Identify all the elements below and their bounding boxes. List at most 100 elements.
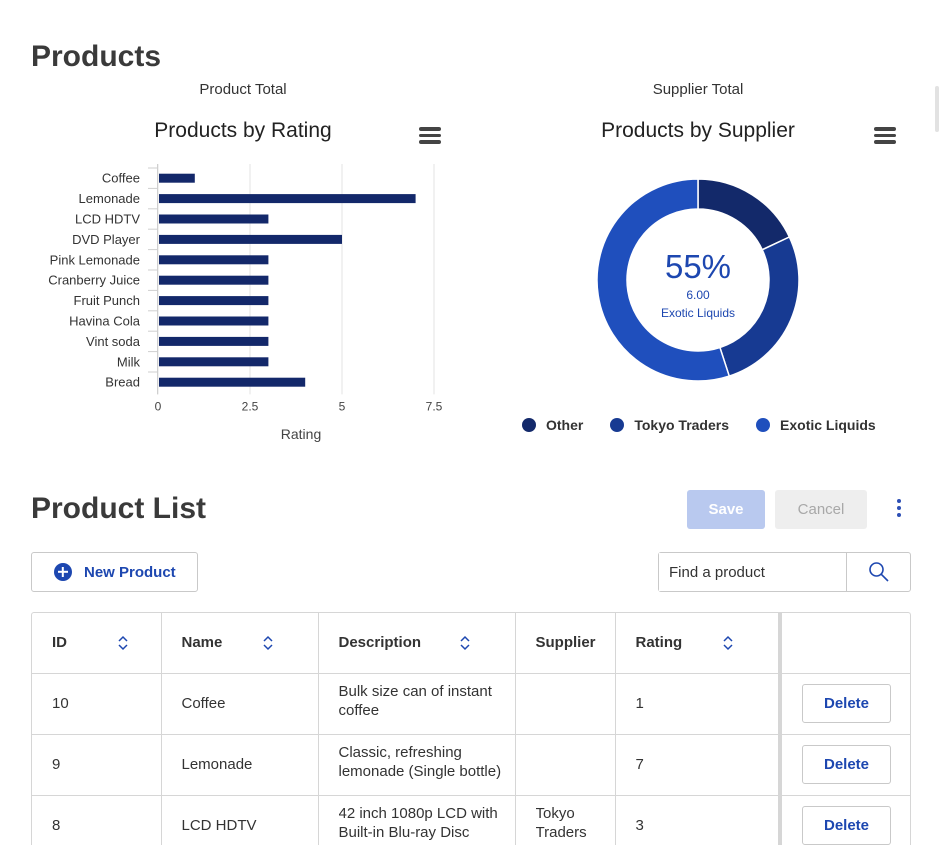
- cell-rating: 1: [615, 673, 782, 735]
- donut-center-value: 6.00: [686, 288, 710, 302]
- bar[interactable]: [159, 316, 269, 326]
- legend-dot-exotic-liquids: [756, 418, 771, 432]
- cell-name: Coffee: [161, 673, 319, 735]
- column-header-supplier[interactable]: Supplier: [515, 613, 616, 674]
- legend-label: Exotic Liquids: [780, 417, 876, 433]
- plus-circle-icon: [54, 563, 72, 581]
- bar[interactable]: [159, 173, 195, 183]
- cell-supplier: [515, 673, 616, 735]
- legend-item-tokyo-traders[interactable]: Tokyo Traders: [610, 417, 729, 433]
- donut-legend: Other Tokyo Traders Exotic Liquids: [522, 417, 903, 433]
- donut-slice[interactable]: [697, 178, 791, 251]
- table-row[interactable]: 9 Lemonade Classic, refreshing lemonade …: [32, 734, 910, 796]
- bar[interactable]: [159, 255, 269, 265]
- search-input[interactable]: [659, 553, 847, 591]
- bar-category-label: Vint soda: [86, 334, 141, 349]
- bar[interactable]: [159, 275, 269, 285]
- donut-chart-menu-icon[interactable]: [874, 127, 896, 145]
- delete-button[interactable]: Delete: [802, 684, 891, 723]
- column-header-label: Rating: [635, 634, 683, 652]
- sort-icon[interactable]: [722, 635, 734, 651]
- legend-label: Other: [546, 417, 584, 433]
- donut-panel-caption: Supplier Total: [652, 81, 744, 98]
- bar-category-label: Bread: [105, 375, 140, 390]
- x-tick-label: 0: [155, 399, 162, 413]
- bar[interactable]: [159, 214, 269, 224]
- new-product-button[interactable]: New Product: [31, 552, 198, 592]
- donut-center-percent: 55%: [665, 248, 731, 285]
- cell-description: Bulk size can of instant coffee: [318, 673, 516, 735]
- cell-id: 8: [32, 795, 162, 845]
- delete-button[interactable]: Delete: [802, 745, 891, 784]
- cell-description: 42 inch 1080p LCD with Built-in Blu-ray …: [318, 795, 516, 845]
- bar-chart: Coffee Lemonade LCD HDTV DVD Player Pink Lem…: [48, 164, 443, 442]
- bar-category-label: Havina Cola: [69, 314, 141, 329]
- sort-icon[interactable]: [117, 635, 129, 651]
- cell-actions: Delete: [780, 673, 910, 735]
- cell-actions: Delete: [780, 795, 910, 845]
- bar-category-label: Lemonade: [79, 191, 140, 206]
- bar-x-axis-label: Rating: [281, 426, 321, 442]
- bar[interactable]: [159, 234, 342, 244]
- column-header-label: Supplier: [535, 634, 596, 652]
- sort-icon[interactable]: [459, 635, 471, 651]
- legend-item-exotic-liquids[interactable]: Exotic Liquids: [756, 417, 876, 433]
- bar[interactable]: [159, 296, 269, 306]
- column-header-label: ID: [52, 634, 67, 652]
- bar[interactable]: [159, 377, 306, 387]
- save-button[interactable]: Save: [687, 490, 765, 529]
- bar-category-label: Milk: [117, 354, 141, 369]
- cell-description: Classic, refreshing lemonade (Single bot…: [318, 734, 516, 796]
- x-tick-label: 7.5: [426, 399, 443, 413]
- legend-dot-tokyo-traders: [610, 418, 625, 432]
- table-row[interactable]: 10 Coffee Bulk size can of instant coffe…: [32, 673, 910, 735]
- donut-chart: 55% 6.00 Exotic Liquids: [596, 178, 800, 382]
- column-header-id[interactable]: ID: [32, 613, 162, 674]
- bar-panel-caption: Product Total: [199, 81, 287, 98]
- bar-category-label: Fruit Punch: [74, 293, 140, 308]
- cell-name: LCD HDTV: [161, 795, 319, 845]
- legend-label: Tokyo Traders: [634, 417, 730, 433]
- column-header-name[interactable]: Name: [161, 613, 319, 674]
- x-tick-label: 5: [339, 399, 346, 413]
- product-list-title: Product List: [31, 492, 207, 525]
- scroll-handle[interactable]: [935, 86, 939, 132]
- cell-id: 9: [32, 734, 162, 796]
- search-box: [658, 552, 911, 592]
- cell-supplier: Tokyo Traders: [515, 795, 616, 845]
- sort-icon[interactable]: [262, 635, 274, 651]
- bar-chart-title: Products by Rating: [154, 119, 332, 142]
- bar-category-label: Cranberry Juice: [48, 273, 140, 288]
- bar-category-label: Pink Lemonade: [50, 252, 140, 267]
- cell-name: Lemonade: [161, 734, 319, 796]
- description-text: 42 inch 1080p LCD with Built-in Blu-ray …: [338, 804, 498, 845]
- table-header-row: ID Name Description Supplier Rating: [32, 613, 910, 674]
- column-header-rating[interactable]: Rating: [615, 613, 782, 674]
- table-row[interactable]: 8 LCD HDTV 42 inch 1080p LCD with Built-…: [32, 795, 910, 845]
- column-header-label: Name: [181, 634, 223, 652]
- bar-category-label: Coffee: [102, 171, 140, 186]
- bar[interactable]: [159, 357, 269, 367]
- bar[interactable]: [159, 194, 416, 204]
- bar-chart-menu-icon[interactable]: [419, 127, 441, 145]
- more-options-icon[interactable]: [893, 499, 905, 521]
- legend-dot-other: [522, 418, 536, 432]
- cell-id: 10: [32, 673, 162, 735]
- cancel-button[interactable]: Cancel: [775, 490, 867, 529]
- page-title: Products: [31, 40, 162, 73]
- column-header-description[interactable]: Description: [318, 613, 516, 674]
- bar-category-label: DVD Player: [72, 232, 141, 247]
- delete-button[interactable]: Delete: [802, 806, 891, 845]
- bar-category-label: LCD HDTV: [75, 212, 140, 227]
- column-header-actions: [780, 613, 910, 674]
- cell-rating: 7: [615, 734, 782, 796]
- donut-chart-title: Products by Supplier: [601, 119, 795, 142]
- x-tick-label: 2.5: [242, 399, 259, 413]
- description-text: Classic, refreshing lemonade (Single bot…: [338, 743, 502, 780]
- product-table: ID Name Description Supplier Rating 10 C…: [31, 612, 911, 845]
- donut-center-label: Exotic Liquids: [661, 306, 735, 320]
- search-button[interactable]: [847, 553, 910, 591]
- bar[interactable]: [159, 336, 269, 346]
- description-text: Bulk size can of instant coffee: [338, 682, 492, 719]
- legend-item-other[interactable]: Other: [522, 417, 583, 433]
